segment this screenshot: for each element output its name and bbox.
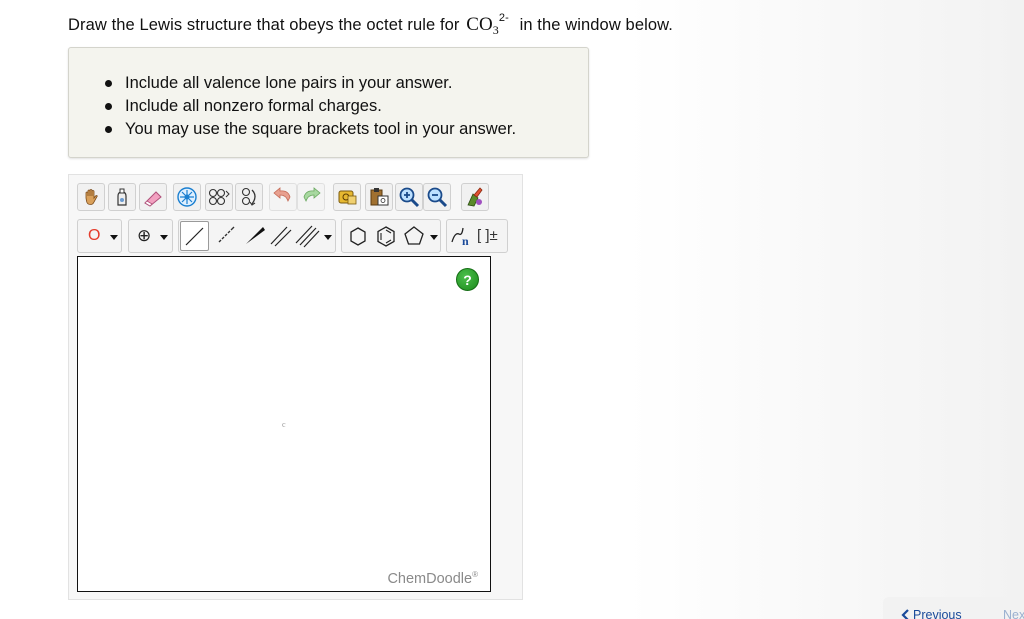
benzene-icon (377, 226, 395, 247)
hashed-bond-button[interactable] (213, 222, 241, 251)
single-bond-button[interactable] (180, 221, 209, 251)
formula-charge: 2- (498, 12, 509, 24)
wedge-bond-icon (246, 227, 265, 244)
canvas-atom-label: c (282, 420, 286, 429)
help-button[interactable]: ? (456, 268, 479, 291)
instruction-item: Include all nonzero formal charges. (105, 95, 516, 118)
wedge-bond-button[interactable] (241, 222, 269, 251)
cyclohexane-button[interactable] (344, 222, 372, 251)
center-icon (177, 187, 197, 207)
question-suffix: in the window below. (519, 16, 673, 34)
previous-label: Previous (913, 608, 962, 619)
zoom-in-icon (399, 187, 420, 208)
undo-icon (273, 187, 291, 203)
rotate-icon (241, 187, 256, 206)
help-icon: ? (463, 271, 472, 288)
chemdoodle-editor: O ⊕ n []± ? c ChemDoodle® (68, 174, 523, 600)
lasso-tool-button[interactable] (108, 183, 136, 211)
next-button[interactable]: Next (1003, 608, 1024, 619)
rotate-tool-button[interactable] (235, 183, 263, 211)
eraser-tool-button[interactable] (139, 183, 167, 211)
chain-tool-button[interactable]: n (449, 222, 475, 251)
double-bond-icon (270, 226, 292, 247)
copy-icon (338, 190, 357, 205)
chain-icon: n (451, 227, 469, 248)
previous-button[interactable]: Previous (901, 608, 962, 619)
chevron-down-icon[interactable] (430, 235, 438, 240)
benzene-button[interactable] (372, 222, 400, 251)
zoom-out-button[interactable] (423, 183, 451, 211)
watermark-text: ChemDoodle (387, 571, 473, 587)
hexagon-icon (350, 227, 366, 246)
instructions-list: Include all valence lone pairs in your a… (105, 72, 516, 141)
chemdoodle-watermark: ChemDoodle® (387, 570, 478, 587)
paste-button[interactable] (365, 183, 393, 211)
formula-subscript: 3 (492, 23, 499, 37)
question-prefix: Draw the Lewis structure that obeys the … (68, 16, 460, 34)
instruction-item: You may use the square brackets tool in … (105, 118, 516, 141)
triple-bond-icon (295, 225, 320, 248)
bracket-tools: n [ ]± (446, 219, 508, 253)
paste-icon (370, 188, 389, 206)
atom-selector[interactable]: O (77, 219, 122, 253)
svg-text:n: n (462, 234, 469, 248)
clean-button[interactable] (461, 183, 489, 211)
single-bond-icon (185, 227, 204, 246)
chevron-down-icon[interactable] (110, 235, 118, 240)
redo-button[interactable] (297, 183, 325, 211)
ring-tools (341, 219, 441, 253)
flip-icon (208, 188, 230, 206)
question-navigation: Previous Next (883, 597, 1024, 619)
zoom-out-icon (427, 187, 448, 208)
next-label: Next (1003, 608, 1024, 619)
atom-label: O (88, 227, 101, 244)
hand-icon (85, 189, 98, 205)
triple-bond-button[interactable] (293, 222, 321, 251)
charge-label: ⊕ (137, 226, 152, 245)
drawing-canvas[interactable]: ? c ChemDoodle® (77, 256, 491, 592)
center-tool-button[interactable] (173, 183, 201, 211)
hand-tool-button[interactable] (77, 183, 105, 211)
cyclopentane-button[interactable] (400, 222, 428, 251)
flip-tool-button[interactable] (205, 183, 233, 211)
instructions-box: Include all valence lone pairs in your a… (68, 47, 589, 158)
bracket-charge-label[interactable]: [ ]± (477, 227, 498, 244)
hashed-bond-icon (218, 226, 235, 243)
clean-icon (467, 187, 483, 207)
lasso-icon (117, 188, 127, 206)
chevron-down-icon[interactable] (160, 235, 168, 240)
double-bond-button[interactable] (267, 222, 295, 251)
chemical-formula: CO32- (466, 12, 513, 37)
chevron-down-icon[interactable] (324, 235, 332, 240)
copy-button[interactable] (333, 183, 361, 211)
undo-button[interactable] (269, 183, 297, 211)
bond-tools (178, 219, 336, 253)
instruction-item: Include all valence lone pairs in your a… (105, 72, 516, 95)
chevron-left-icon (901, 609, 909, 619)
formula-main: CO (466, 14, 493, 35)
question-prompt: Draw the Lewis structure that obeys the … (68, 12, 673, 38)
redo-icon (303, 187, 321, 203)
eraser-icon (144, 191, 162, 207)
zoom-in-button[interactable] (395, 183, 423, 211)
pentagon-icon (404, 226, 424, 245)
watermark-registered: ® (472, 570, 478, 580)
charge-selector[interactable]: ⊕ (128, 219, 173, 253)
